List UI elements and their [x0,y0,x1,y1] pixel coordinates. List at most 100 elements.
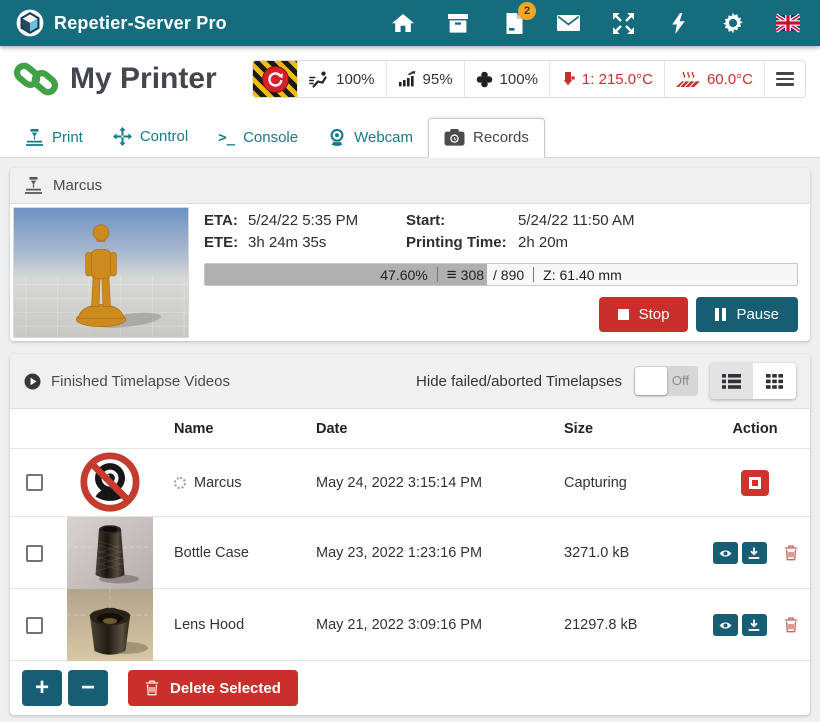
tab-webcam[interactable]: Webcam [313,118,428,157]
extruder-temp-control[interactable]: 1: 215.0°C [549,61,664,97]
select-all-button[interactable]: + [22,670,62,706]
tab-console[interactable]: >_ Console [203,119,313,157]
eta-label: ETA: [204,211,248,231]
fan-control[interactable]: 100% [464,61,549,97]
pause-icon [715,308,726,321]
print-job-card: Marcus [10,168,810,341]
speed-control[interactable]: 100% [297,61,385,97]
trash-icon [145,680,159,696]
link-connected-icon [14,60,58,98]
column-date: Date [304,421,552,437]
bolt-icon[interactable] [666,11,690,35]
progress-separator [533,267,534,282]
timelapse-header: Finished Timelapse Videos Hide failed/ab… [10,354,810,409]
timelapse-card: Finished Timelapse Videos Hide failed/ab… [10,354,810,715]
view-mode-group [710,363,796,399]
tab-control[interactable]: Control [98,117,203,157]
pause-button[interactable]: Pause [696,297,798,332]
stop-button-label: Stop [639,306,670,323]
list-view-button[interactable] [710,363,753,399]
printer-menu-button[interactable] [764,61,805,97]
table-row: Lens Hood May 21, 2022 3:09:16 PM 21297.… [10,589,810,661]
progress-text: 47.60% ≡ 308 / 890 Z: 61.40 mm [205,264,797,285]
gear-icon[interactable] [721,11,745,35]
ete-label: ETE: [204,233,248,253]
printing-time-label: Printing Time: [406,233,518,253]
download-video-button[interactable] [742,542,767,564]
tab-print-label: Print [52,129,83,146]
job-preview-image [13,207,189,338]
print-job-header: Marcus [10,168,810,204]
timelapse-footer: + − Delete Selected [10,661,810,715]
delete-video-button[interactable] [784,617,798,633]
eye-icon [719,621,732,630]
capturing-spinner-icon [174,477,186,489]
bottle-case-thumbnail[interactable] [67,517,153,589]
navbar-icons: 2 [391,11,804,35]
print-job-body: ETA: 5/24/22 5:35 PM Start: 5/24/22 11:5… [10,204,810,341]
download-icon [748,547,760,559]
tab-records[interactable]: Records [428,118,545,158]
brand-title: Repetier-Server Pro [54,13,227,34]
view-video-button[interactable] [713,614,738,636]
printer-icon [24,177,43,194]
brand[interactable]: Repetier-Server Pro [16,9,227,37]
mail-icon[interactable] [556,11,580,35]
row-checkbox[interactable] [26,474,43,491]
stop-button[interactable]: Stop [599,297,689,332]
printer-tabs: Print Control >_ Console Webcam Records [0,112,820,158]
delete-selected-button[interactable]: Delete Selected [128,670,298,706]
hide-failed-toggle[interactable]: Off [634,366,698,396]
trash-icon [784,545,798,561]
tab-print[interactable]: Print [10,119,98,157]
row-size: Capturing [552,475,700,491]
row-checkbox[interactable] [26,545,43,562]
grid-view-button[interactable] [753,363,796,399]
row-size: 3271.0 kB [552,545,700,561]
tab-webcam-label: Webcam [354,129,413,146]
grid-view-icon [766,374,783,389]
navbar: Repetier-Server Pro 2 [0,0,820,46]
layers-icon: ≡ [447,265,457,285]
records-content: Marcus [0,158,820,715]
webcam-tab-icon [328,128,346,146]
row-date: May 23, 2022 1:23:16 PM [304,545,552,561]
uk-flag-icon[interactable] [776,11,800,35]
repetier-logo-icon [16,9,44,37]
pause-button-label: Pause [736,306,779,323]
progress-layer: 308 [461,267,484,283]
deselect-all-button[interactable]: − [68,670,108,706]
archive-box-icon[interactable] [446,11,470,35]
bed-temp-control[interactable]: 60.0°C [664,61,764,97]
flow-control[interactable]: 95% [386,61,464,97]
column-size: Size [552,421,700,437]
eta-value: 5/24/22 5:35 PM [248,211,406,231]
view-video-button[interactable] [713,542,738,564]
delete-video-button[interactable] [784,545,798,561]
emergency-stop-button[interactable] [253,61,297,97]
job-details: ETA: 5/24/22 5:35 PM Start: 5/24/22 11:5… [192,204,810,341]
row-date: May 21, 2022 3:09:16 PM [304,617,552,633]
tab-records-label: Records [473,129,529,146]
toggle-state-label: Off [672,366,689,396]
print-queue-icon[interactable]: 2 [501,11,525,35]
row-checkbox[interactable] [26,617,43,634]
stop-recording-button[interactable] [741,470,769,496]
tab-control-label: Control [140,128,188,145]
progress-percent: 47.60% [380,267,427,283]
home-icon[interactable] [391,11,415,35]
row-name: Lens Hood [174,617,244,633]
download-icon [748,619,760,631]
table-row: Marcus May 24, 2022 3:15:14 PM Capturing [10,449,810,517]
job-name: Marcus [53,177,102,194]
flow-bars-icon [398,71,416,87]
printer-status-bar: 100% 95% 100% 1: 215.0°C 60.0°C [252,60,806,98]
lens-hood-thumbnail[interactable] [67,589,153,661]
start-value: 5/24/22 11:50 AM [518,211,798,231]
row-date: May 24, 2022 3:15:14 PM [304,475,552,491]
expand-arrows-icon[interactable] [611,11,635,35]
hamburger-icon [776,72,794,86]
download-video-button[interactable] [742,614,767,636]
progress-separator [437,267,438,282]
stop-recording-icon [749,477,761,489]
